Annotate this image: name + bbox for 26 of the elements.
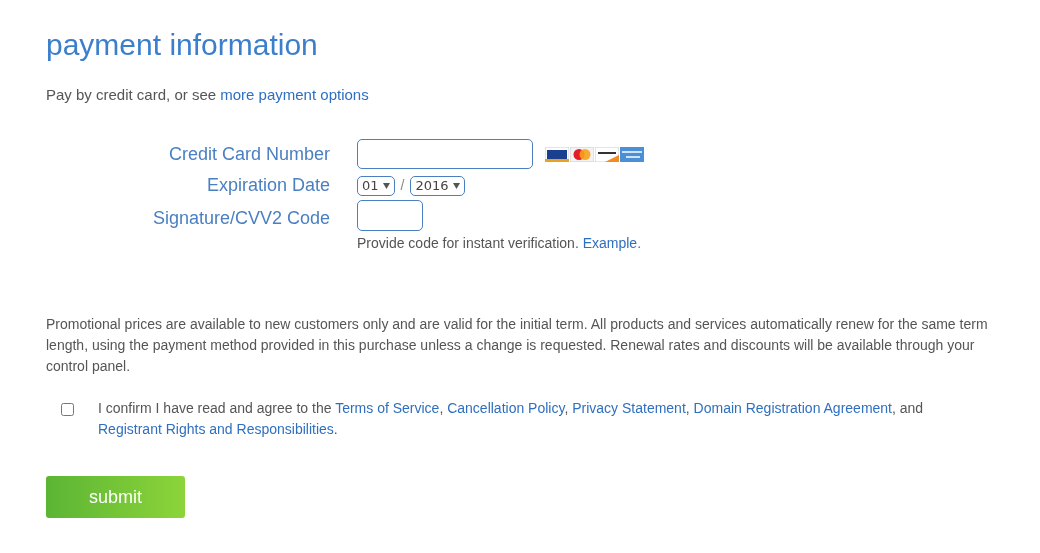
page-title: payment information: [46, 27, 319, 63]
policy-link[interactable]: Privacy Statement: [572, 400, 686, 416]
policy-link[interactable]: Domain Registration Agreement: [693, 400, 892, 416]
field-label: Expiration Date: [205, 174, 330, 197]
dropdown[interactable]: 01: [357, 175, 395, 196]
more-payment-options-link[interactable]: more payment options: [220, 85, 369, 103]
card-logo-icon: [620, 146, 644, 162]
caret-icon: [382, 182, 390, 189]
notice-paragraph: Promotional prices are available to new customers only and are valid for the initial term. All products and services automatically renew for the same term length, using the payment method provided in this purchase unless a change is requested. Renewal rates and discounts will be available through your control panel.: [46, 315, 989, 376]
agree-checkbox[interactable]: [61, 403, 74, 416]
intro-text: Pay by credit card, or see: [46, 85, 217, 103]
card-logo-icon: [595, 146, 619, 162]
policy-link[interactable]: Terms of Service: [335, 400, 440, 416]
policy-link[interactable]: Registrant Rights and Responsibilities: [98, 421, 334, 437]
example-link[interactable]: Example.: [582, 235, 642, 251]
card-logo-icon: [545, 146, 569, 162]
agreement-text: I confirm I have read and agree to the Terms of Service, Cancellation Policy, Privacy Statement, Domain Registration Agreement, and Registrant Rights and Responsibilities.: [98, 399, 925, 439]
field-label: Signature/CVV2 Code: [151, 207, 330, 230]
caret-icon: [452, 182, 460, 189]
cvv-field[interactable]: [357, 200, 423, 231]
card-logo-icon: [570, 146, 594, 162]
help-text: Provide code for instant verification.: [357, 235, 579, 251]
dropdown[interactable]: 2016: [410, 175, 465, 196]
card-number-field[interactable]: [357, 139, 533, 169]
field-label: Credit Card Number: [167, 142, 330, 166]
date-separator: /: [400, 176, 405, 195]
